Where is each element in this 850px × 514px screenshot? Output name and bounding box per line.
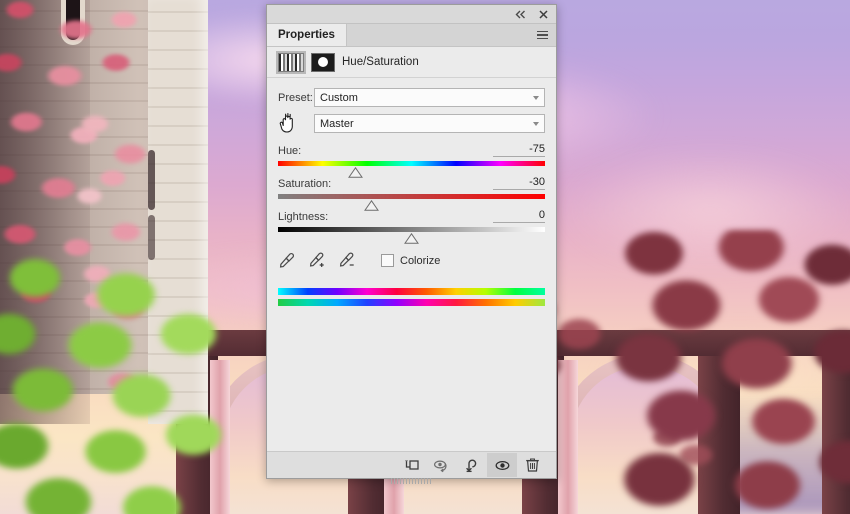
- clip-to-layer-button[interactable]: [397, 453, 427, 477]
- chevron-down-icon: [533, 121, 539, 126]
- color-range-bars: [278, 288, 545, 306]
- eyedropper-icon[interactable]: [278, 252, 295, 269]
- lightness-gradient-bar: [278, 227, 545, 232]
- toggle-previous-state-button[interactable]: [427, 453, 457, 477]
- saturation-gradient-bar: [278, 194, 545, 199]
- eyedropper-add-icon[interactable]: [308, 252, 325, 269]
- hue-slider-group: Hue: -75: [278, 142, 545, 178]
- panel-resize-grip[interactable]: [390, 478, 433, 484]
- tools-row: Colorize: [278, 252, 545, 269]
- colorize-checkbox[interactable]: Colorize: [381, 254, 440, 267]
- lightness-slider-handle[interactable]: [404, 233, 419, 244]
- tab-empty-space: [347, 24, 532, 46]
- adjustment-header: Hue/Saturation: [267, 47, 556, 78]
- preset-dropdown[interactable]: Custom: [314, 88, 545, 107]
- pink-tree: [600, 230, 850, 514]
- hue-slider-handle[interactable]: [348, 167, 364, 178]
- lightness-slider-group: Lightness: 0: [278, 208, 545, 244]
- lightness-label: Lightness:: [278, 211, 329, 223]
- hue-gradient-bar: [278, 161, 545, 166]
- close-icon[interactable]: [537, 8, 550, 21]
- colorize-checkbox-box[interactable]: [381, 254, 394, 267]
- colorize-label: Colorize: [400, 254, 441, 267]
- lightness-value-field[interactable]: 0: [493, 209, 545, 223]
- channel-row: Master: [314, 114, 545, 133]
- saturation-value-field[interactable]: -30: [493, 176, 545, 190]
- preset-value: Custom: [320, 91, 358, 104]
- saturation-track[interactable]: [278, 194, 545, 211]
- saturation-slider-group: Saturation: -30: [278, 175, 545, 211]
- collapse-icon[interactable]: [514, 8, 527, 21]
- hue-label: Hue:: [278, 145, 302, 157]
- delete-button[interactable]: [517, 453, 547, 477]
- source-color-range-bar[interactable]: [278, 288, 545, 295]
- adjustment-layer-thumbnail[interactable]: [278, 52, 304, 72]
- channel-dropdown[interactable]: Master: [314, 114, 545, 133]
- chevron-down-icon: [533, 95, 539, 100]
- screen: Properties Hue/Saturation Preset: Custom…: [0, 0, 850, 514]
- reset-button[interactable]: [457, 453, 487, 477]
- layer-mask-thumbnail[interactable]: [311, 52, 335, 72]
- tab-properties[interactable]: Properties: [267, 24, 347, 46]
- panel-body: Preset: Custom Master Hue: -75 Saturatio…: [267, 78, 556, 451]
- adjustment-title: Hue/Saturation: [342, 56, 419, 68]
- channel-value: Master: [320, 117, 354, 130]
- green-tree: [0, 250, 230, 514]
- eyedropper-subtract-icon[interactable]: [338, 252, 355, 269]
- preset-row: Preset: Custom: [278, 88, 545, 107]
- hue-value-field[interactable]: -75: [493, 143, 545, 157]
- properties-panel[interactable]: Properties Hue/Saturation Preset: Custom…: [266, 4, 557, 484]
- result-color-range-bar[interactable]: [278, 299, 545, 306]
- panel-menu-icon[interactable]: [532, 24, 556, 46]
- toggle-visibility-button[interactable]: [487, 453, 517, 477]
- panel-footer: [267, 451, 556, 484]
- panel-titlebar[interactable]: [267, 5, 556, 24]
- lightness-track[interactable]: [278, 227, 545, 244]
- panel-tabs[interactable]: Properties: [267, 24, 556, 47]
- hue-track[interactable]: [278, 161, 545, 178]
- preset-label: Preset:: [278, 91, 313, 104]
- saturation-label: Saturation:: [278, 178, 332, 190]
- saturation-slider-handle[interactable]: [363, 200, 379, 211]
